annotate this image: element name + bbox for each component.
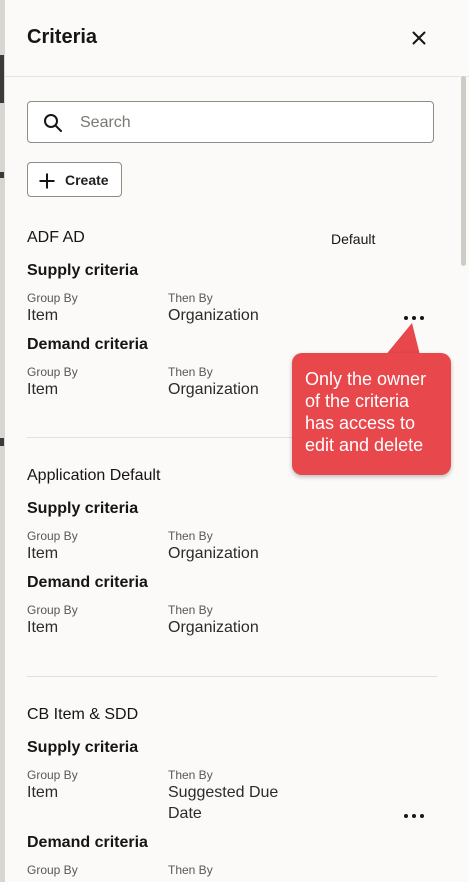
criteria-name: ADF AD	[27, 229, 85, 246]
then-by-value-continued: Date	[168, 805, 202, 822]
group-by-value: Item	[27, 784, 59, 801]
group-by-label: Group By	[27, 603, 78, 617]
criteria-item[interactable]: CB Item & SDD Supply criteria Group By T…	[27, 706, 437, 882]
then-by-label: Then By	[168, 365, 213, 379]
background-fragment	[0, 172, 4, 178]
search-input[interactable]	[78, 110, 422, 136]
group-by-label: Group By	[27, 365, 78, 379]
group-by-label: Group By	[27, 529, 78, 543]
then-by-value: Organization	[168, 381, 259, 398]
background-fragment	[0, 55, 4, 103]
demand-criteria-heading: Demand criteria	[27, 574, 148, 591]
supply-criteria-heading: Supply criteria	[27, 500, 139, 517]
then-by-value: Organization	[168, 619, 259, 636]
create-button[interactable]: Create	[27, 162, 122, 197]
then-by-label: Then By	[168, 291, 213, 305]
then-by-value: Suggested Due	[168, 784, 279, 801]
panel-header: Criteria	[5, 0, 469, 77]
then-by-label: Then By	[168, 863, 213, 877]
criteria-panel: Criteria Create ADF AD Default Supply cr…	[5, 0, 469, 882]
group-by-value: Item	[27, 619, 59, 636]
group-by-value: Item	[27, 307, 59, 324]
then-by-label: Then By	[168, 529, 213, 543]
search-icon	[44, 114, 62, 132]
divider	[27, 676, 437, 677]
annotation-callout: Only the owner of the criteria has acces…	[292, 353, 451, 475]
group-by-label: Group By	[27, 291, 78, 305]
plus-icon	[39, 173, 55, 189]
search-field[interactable]	[27, 101, 434, 143]
criteria-name: Application Default	[27, 467, 161, 484]
supply-criteria-heading: Supply criteria	[27, 262, 139, 279]
scrollbar-thumb[interactable]	[461, 76, 466, 266]
group-by-value: Item	[27, 545, 59, 562]
then-by-value: Organization	[168, 545, 259, 562]
criteria-name: CB Item & SDD	[27, 706, 139, 723]
group-by-label: Group By	[27, 863, 78, 877]
background-fragment	[0, 438, 4, 446]
criteria-item[interactable]: Application Default Supply criteria Grou…	[27, 467, 437, 642]
group-by-value: Item	[27, 381, 59, 398]
demand-criteria-heading: Demand criteria	[27, 336, 148, 353]
more-actions-button[interactable]	[402, 809, 428, 823]
then-by-label: Then By	[168, 768, 213, 782]
then-by-value: Organization	[168, 307, 259, 324]
default-badge: Default	[331, 231, 376, 247]
close-button[interactable]	[407, 26, 431, 50]
close-icon	[412, 31, 426, 45]
then-by-label: Then By	[168, 603, 213, 617]
panel-title: Criteria	[27, 26, 98, 48]
supply-criteria-heading: Supply criteria	[27, 739, 139, 756]
group-by-label: Group By	[27, 768, 78, 782]
create-button-label: Create	[65, 172, 109, 188]
demand-criteria-heading: Demand criteria	[27, 834, 148, 851]
